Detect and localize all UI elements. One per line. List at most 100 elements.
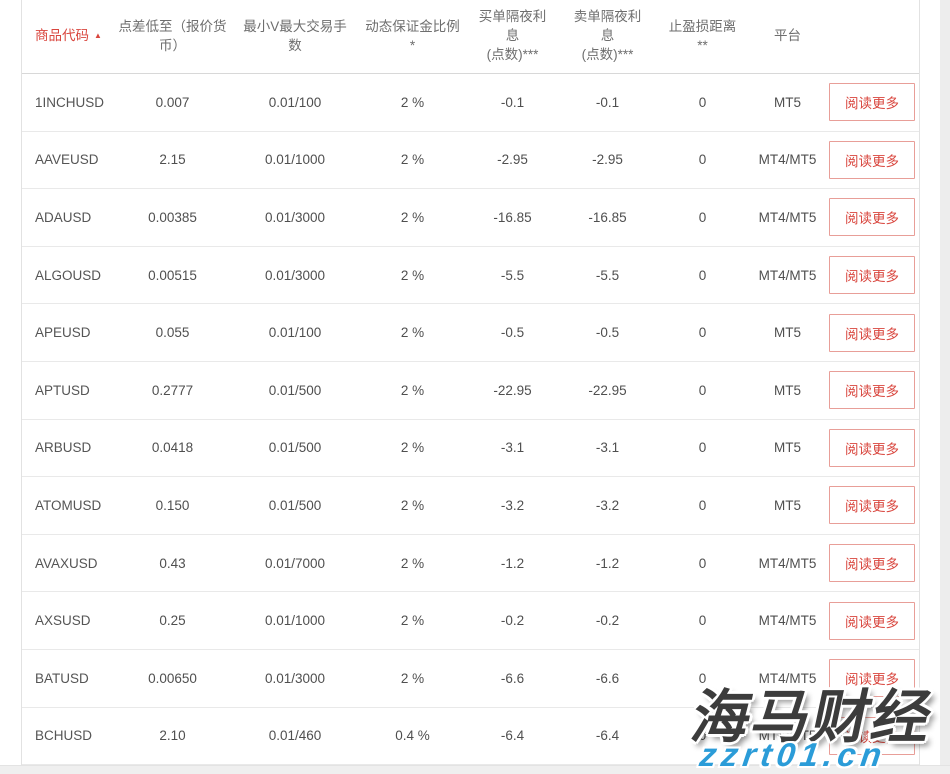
cell-buy_swap: -3.2 xyxy=(465,498,560,513)
cell-code: ARBUSD xyxy=(22,440,115,455)
cell-code: BATUSD xyxy=(22,671,115,686)
column-header-margin: 动态保证金比例 * xyxy=(360,18,465,56)
cell-platform: MT5 xyxy=(750,383,825,398)
read-more-button[interactable]: 阅读更多 xyxy=(829,141,915,179)
cell-code: APEUSD xyxy=(22,325,115,340)
cell-action: 阅读更多 xyxy=(825,256,919,294)
cell-buy_swap: -0.1 xyxy=(465,95,560,110)
cell-sell_swap: -5.5 xyxy=(560,268,655,283)
cell-action: 阅读更多 xyxy=(825,602,919,640)
cell-spread: 0.25 xyxy=(115,613,230,628)
cell-buy_swap: -0.2 xyxy=(465,613,560,628)
cell-sell_swap: -3.2 xyxy=(560,498,655,513)
column-header-lots: 最小V最大交易手 数 xyxy=(230,18,360,56)
vertical-scrollbar-track[interactable] xyxy=(940,0,950,774)
table-row: APTUSD0.27770.01/5002 %-22.95-22.950MT5阅… xyxy=(22,362,919,420)
read-more-button[interactable]: 阅读更多 xyxy=(829,659,915,697)
cell-margin: 2 % xyxy=(360,210,465,225)
read-more-button[interactable]: 阅读更多 xyxy=(829,544,915,582)
read-more-button[interactable]: 阅读更多 xyxy=(829,429,915,467)
cell-lots: 0.01/100 xyxy=(230,325,360,340)
cell-sell_swap: -6.6 xyxy=(560,671,655,686)
cell-margin: 2 % xyxy=(360,440,465,455)
cell-sell_swap: -0.2 xyxy=(560,613,655,628)
cell-margin: 2 % xyxy=(360,95,465,110)
cell-spread: 0.00515 xyxy=(115,268,230,283)
horizontal-scrollbar-track[interactable] xyxy=(0,765,950,774)
cell-spread: 0.055 xyxy=(115,325,230,340)
column-header-sell_swap: 卖单隔夜利 息 (点数)*** xyxy=(560,8,655,65)
cell-code: AVAXUSD xyxy=(22,556,115,571)
cell-spread: 0.00650 xyxy=(115,671,230,686)
table-row: ALGOUSD0.005150.01/30002 %-5.5-5.50MT4/M… xyxy=(22,247,919,305)
cell-platform: MT5 xyxy=(750,325,825,340)
read-more-button[interactable]: 阅读更多 xyxy=(829,314,915,352)
column-header-code[interactable]: 商品代码 ▲ xyxy=(22,27,115,46)
table-row: ARBUSD0.04180.01/5002 %-3.1-3.10MT5阅读更多 xyxy=(22,420,919,478)
cell-platform: MT4/MT5 xyxy=(750,613,825,628)
cell-action: 阅读更多 xyxy=(825,141,919,179)
column-header-label: 商品代码 xyxy=(35,28,89,43)
cell-margin: 2 % xyxy=(360,671,465,686)
cell-margin: 2 % xyxy=(360,152,465,167)
cell-margin: 2 % xyxy=(360,613,465,628)
column-header-label: 最小V最大交易手 数 xyxy=(243,19,347,53)
column-header-label: 卖单隔夜利 息 (点数)*** xyxy=(574,9,642,62)
cell-code: 1INCHUSD xyxy=(22,95,115,110)
cell-lots: 0.01/100 xyxy=(230,95,360,110)
read-more-button[interactable]: 阅读更多 xyxy=(829,198,915,236)
cell-stop: 0 xyxy=(655,728,750,743)
cell-spread: 2.15 xyxy=(115,152,230,167)
read-more-button[interactable]: 阅读更多 xyxy=(829,256,915,294)
cell-lots: 0.01/460 xyxy=(230,728,360,743)
cell-action: 阅读更多 xyxy=(825,717,919,755)
cell-stop: 0 xyxy=(655,556,750,571)
table-row: AVAXUSD0.430.01/70002 %-1.2-1.20MT4/MT5阅… xyxy=(22,535,919,593)
cell-spread: 2.10 xyxy=(115,728,230,743)
column-header-label: 买单隔夜利 息 (点数)*** xyxy=(479,9,547,62)
cell-platform: MT4/MT5 xyxy=(750,268,825,283)
sort-ascending-icon[interactable]: ▲ xyxy=(94,31,102,40)
cell-stop: 0 xyxy=(655,383,750,398)
cell-lots: 0.01/500 xyxy=(230,383,360,398)
cell-code: AAVEUSD xyxy=(22,152,115,167)
read-more-button[interactable]: 阅读更多 xyxy=(829,717,915,755)
cell-platform: MT5 xyxy=(750,440,825,455)
instrument-spec-page: 商品代码▲点差低至（报价货 币）最小V最大交易手 数动态保证金比例 *买单隔夜利… xyxy=(0,0,950,774)
read-more-button[interactable]: 阅读更多 xyxy=(829,83,915,121)
table-row: BCHUSD2.100.01/4600.4 %-6.4-6.40MT4/MT5阅… xyxy=(22,708,919,766)
cell-sell_swap: -0.5 xyxy=(560,325,655,340)
cell-code: ADAUSD xyxy=(22,210,115,225)
cell-code: APTUSD xyxy=(22,383,115,398)
table-row: APEUSD0.0550.01/1002 %-0.5-0.50MT5阅读更多 xyxy=(22,304,919,362)
column-header-label: 动态保证金比例 * xyxy=(365,19,460,53)
cell-platform: MT4/MT5 xyxy=(750,210,825,225)
cell-platform: MT4/MT5 xyxy=(750,556,825,571)
cell-sell_swap: -22.95 xyxy=(560,383,655,398)
table-row: 1INCHUSD0.0070.01/1002 %-0.1-0.10MT5阅读更多 xyxy=(22,74,919,132)
cell-code: ALGOUSD xyxy=(22,268,115,283)
column-header-label: 平台 xyxy=(774,28,801,43)
cell-stop: 0 xyxy=(655,95,750,110)
cell-action: 阅读更多 xyxy=(825,371,919,409)
cell-platform: MT4/MT5 xyxy=(750,152,825,167)
table-row: ATOMUSD0.1500.01/5002 %-3.2-3.20MT5阅读更多 xyxy=(22,477,919,535)
cell-code: ATOMUSD xyxy=(22,498,115,513)
read-more-button[interactable]: 阅读更多 xyxy=(829,371,915,409)
read-more-button[interactable]: 阅读更多 xyxy=(829,486,915,524)
column-header-buy_swap: 买单隔夜利 息 (点数)*** xyxy=(465,8,560,65)
cell-code: AXSUSD xyxy=(22,613,115,628)
cell-sell_swap: -3.1 xyxy=(560,440,655,455)
cell-lots: 0.01/3000 xyxy=(230,671,360,686)
cell-lots: 0.01/500 xyxy=(230,498,360,513)
cell-spread: 0.00385 xyxy=(115,210,230,225)
table-row: AAVEUSD2.150.01/10002 %-2.95-2.950MT4/MT… xyxy=(22,132,919,190)
read-more-button[interactable]: 阅读更多 xyxy=(829,602,915,640)
cell-stop: 0 xyxy=(655,440,750,455)
cell-spread: 0.150 xyxy=(115,498,230,513)
cell-sell_swap: -2.95 xyxy=(560,152,655,167)
cell-margin: 2 % xyxy=(360,268,465,283)
cell-buy_swap: -3.1 xyxy=(465,440,560,455)
cell-action: 阅读更多 xyxy=(825,544,919,582)
cell-sell_swap: -1.2 xyxy=(560,556,655,571)
